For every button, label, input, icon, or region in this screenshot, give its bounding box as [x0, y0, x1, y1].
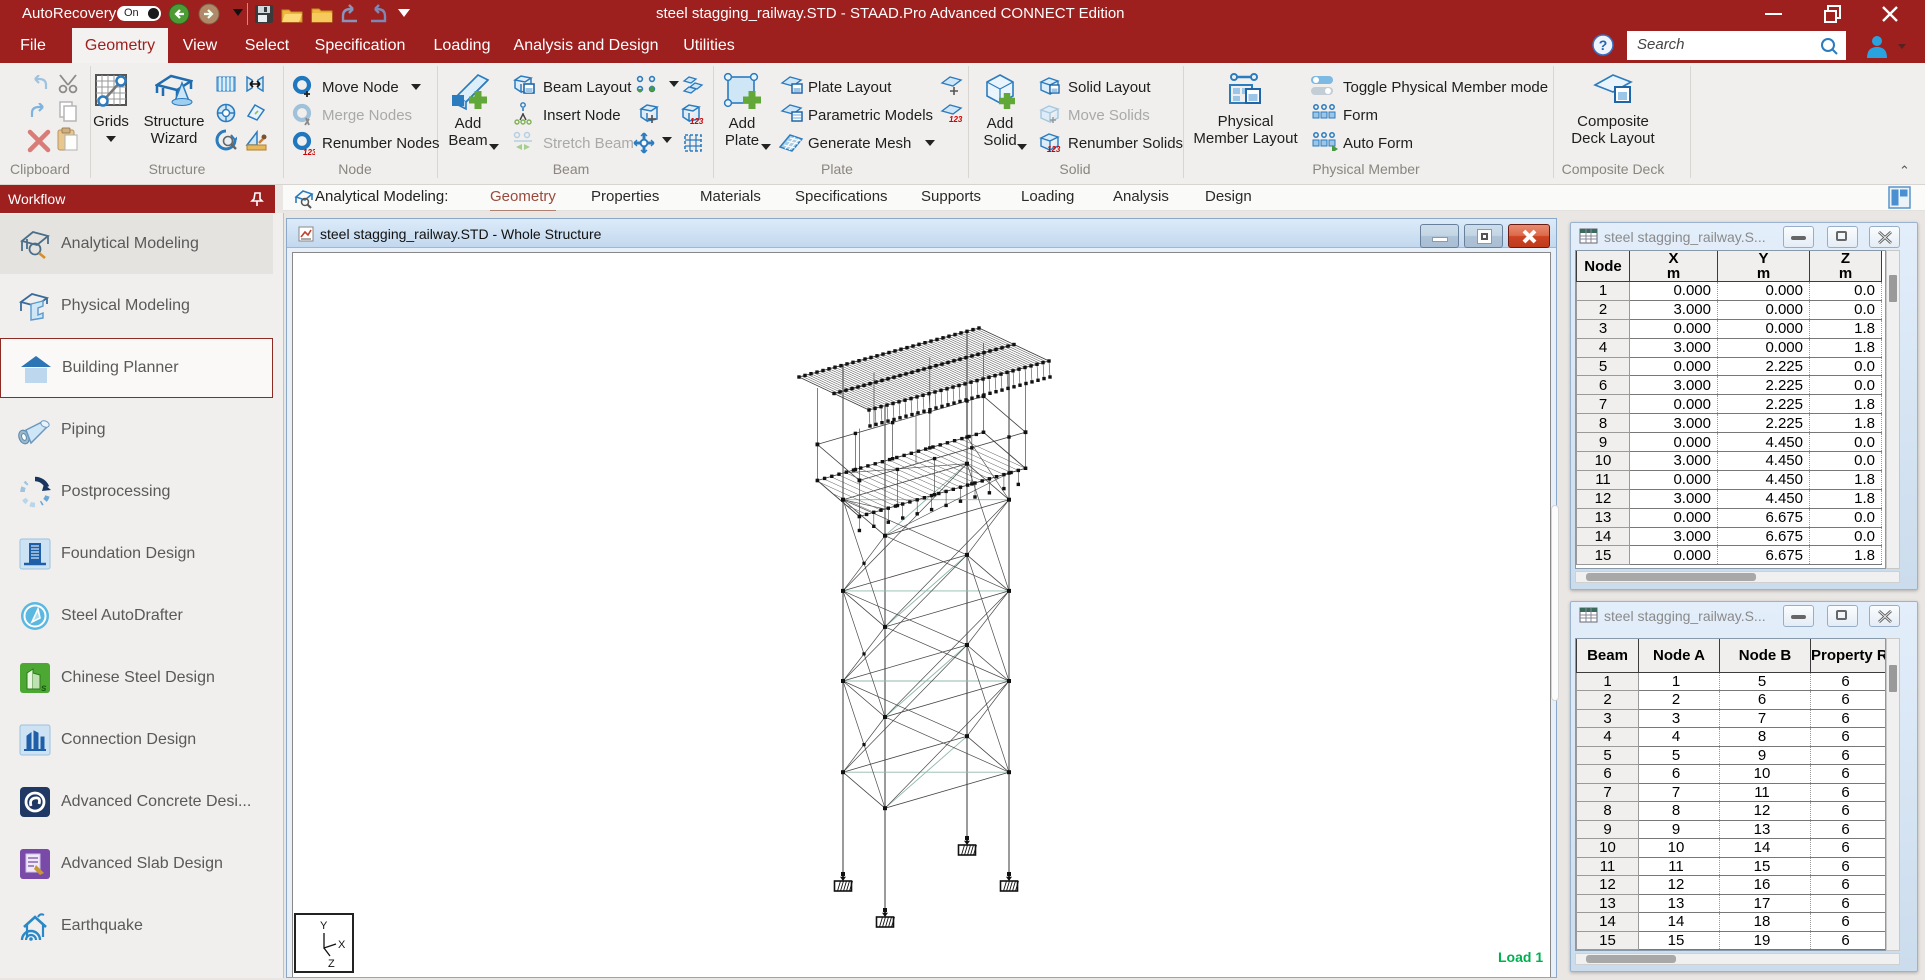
svg-text:123: 123 [303, 148, 315, 155]
svg-text:123: 123 [1047, 145, 1061, 153]
svg-text:s: s [41, 683, 47, 694]
svg-text:X: X [338, 939, 346, 951]
svg-text:Z: Z [328, 958, 335, 970]
svg-text:?: ? [1599, 37, 1608, 53]
svg-text:Y: Y [320, 920, 328, 932]
